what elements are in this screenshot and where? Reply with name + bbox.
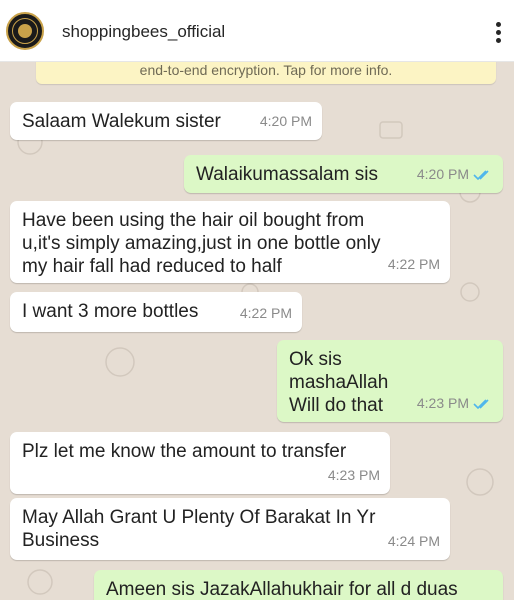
profile-handle[interactable]: shoppingbees_official: [62, 22, 225, 42]
message-time: 4:23 PM: [416, 395, 469, 411]
message-bubble-outgoing[interactable]: Walaikumassalam sis 4:20 PM: [184, 155, 503, 193]
message-bubble-outgoing[interactable]: Ok sis mashaAllah Will do that 4:23 PM: [277, 340, 503, 422]
read-receipt-icon: [473, 399, 489, 410]
message-bubble-incoming[interactable]: May Allah Grant U Plenty Of Barakat In Y…: [10, 498, 450, 560]
message-bubble-incoming[interactable]: Salaam Walekum sister 4:20 PM: [10, 102, 322, 140]
avatar-logo-mark: [18, 24, 32, 38]
profile-avatar[interactable]: [6, 12, 44, 50]
chat-area: end-to-end encryption. Tap for more info…: [0, 62, 514, 600]
encryption-notice-text: end-to-end encryption. Tap for more info…: [139, 62, 393, 78]
message-time: 4:22 PM: [239, 305, 292, 321]
message-bubble-incoming[interactable]: Have been using the hair oil bought from…: [10, 201, 450, 283]
encryption-notice[interactable]: end-to-end encryption. Tap for more info…: [36, 62, 496, 84]
message-text: Have been using the hair oil bought from…: [22, 210, 381, 277]
message-time: 4:20 PM: [416, 166, 469, 182]
message-time: 4:24 PM: [387, 533, 440, 549]
message-text: Ameen sis JazakAllahukhair for all d dua…: [106, 579, 458, 600]
more-options-icon[interactable]: [496, 22, 502, 46]
read-receipt-icon: [473, 170, 489, 181]
message-text: Plz let me know the amount to transfer: [22, 441, 347, 462]
message-meta: 4:20 PM: [417, 163, 493, 186]
message-text: Walaikumassalam sis: [196, 164, 378, 185]
message-bubble-outgoing[interactable]: Ameen sis JazakAllahukhair for all d dua…: [94, 570, 503, 600]
message-time: 4:20 PM: [259, 113, 312, 129]
message-text: May Allah Grant U Plenty Of Barakat In Y…: [22, 507, 376, 551]
message-text: Ok sis mashaAllah Will do that: [289, 349, 389, 416]
message-time: 4:23 PM: [327, 467, 380, 483]
message-text: Salaam Walekum sister: [22, 111, 221, 132]
message-meta: 4:23 PM: [417, 392, 493, 415]
message-text: I want 3 more bottles: [22, 301, 199, 322]
chat-header: shoppingbees_official: [0, 0, 514, 62]
message-bubble-incoming[interactable]: Plz let me know the amount to transfer 4…: [10, 432, 390, 494]
message-bubble-incoming[interactable]: I want 3 more bottles 4:22 PM: [10, 292, 302, 332]
message-time: 4:22 PM: [387, 256, 440, 272]
